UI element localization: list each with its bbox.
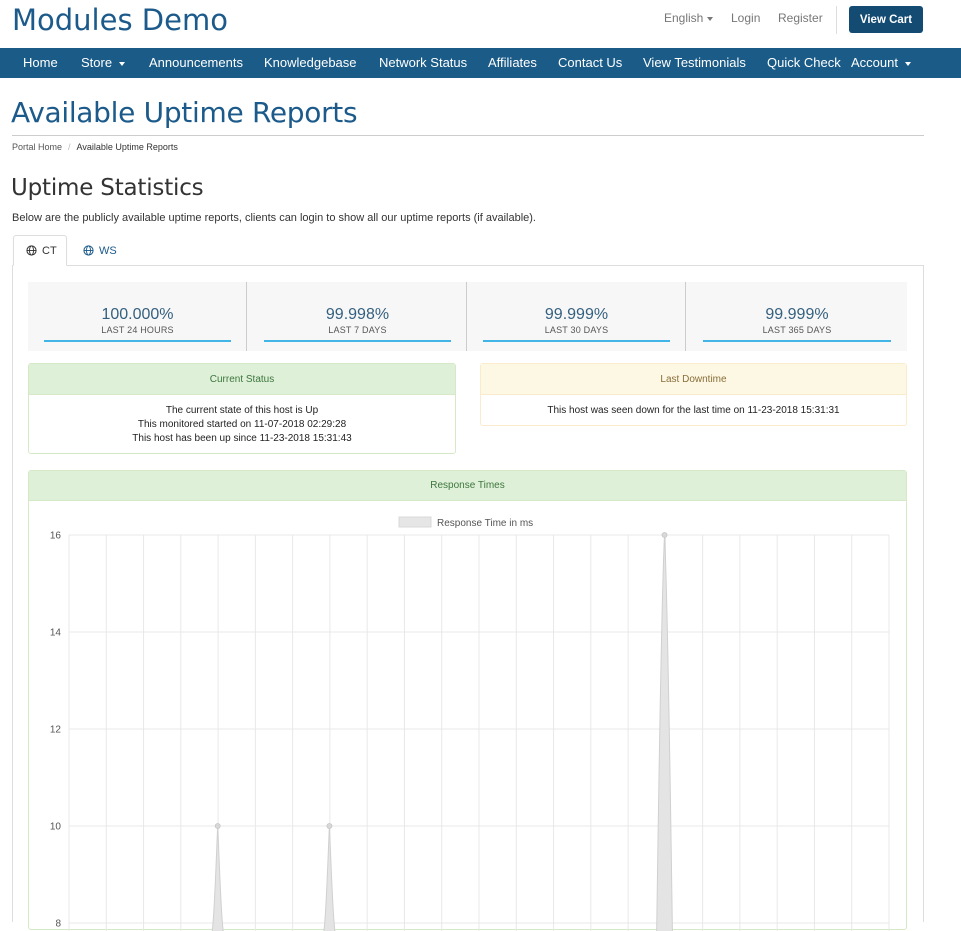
stat-value: 99.998% bbox=[325, 306, 390, 323]
breadcrumb-separator: / bbox=[68, 142, 71, 152]
nav-account[interactable]: Account bbox=[851, 48, 911, 78]
stat-bar bbox=[44, 340, 231, 342]
nav-view-testimonials[interactable]: View Testimonials bbox=[643, 48, 746, 78]
globe-icon bbox=[83, 245, 94, 256]
tab-ws[interactable]: WS bbox=[83, 235, 117, 266]
stat-value: 99.999% bbox=[544, 306, 609, 323]
response-time-chart: 8 10 12 14 16 Response Time in ms bbox=[50, 516, 890, 931]
stat-label: LAST 30 DAYS bbox=[544, 325, 609, 335]
section-title: Uptime Statistics bbox=[11, 175, 204, 201]
breadcrumb-current: Available Uptime Reports bbox=[76, 142, 178, 152]
title-divider bbox=[12, 135, 924, 136]
globe-icon bbox=[26, 245, 37, 256]
stat-last-24-hours: 100.000% LAST 24 HOURS bbox=[28, 282, 247, 351]
current-status-body: The current state of this host is Up Thi… bbox=[29, 395, 455, 446]
nav-affiliates-label: Affiliates bbox=[488, 55, 537, 70]
nav-store-label: Store bbox=[81, 55, 113, 70]
nav-account-label: Account bbox=[851, 55, 898, 70]
top-header: Modules Demo English Login Register View… bbox=[0, 0, 961, 48]
response-times-panel: Response Times 8 10 12 14 16 Response Time in… bbox=[28, 470, 907, 931]
y-tick-label: 16 bbox=[50, 531, 62, 542]
last-downtime-heading: Last Downtime bbox=[481, 364, 906, 395]
status-line: The current state of this host is Up bbox=[165, 405, 319, 416]
nav-affiliates[interactable]: Affiliates bbox=[488, 48, 537, 78]
nav-contact-us[interactable]: Contact Us bbox=[558, 48, 622, 78]
tab-ws-label: WS bbox=[99, 244, 117, 257]
chevron-down-icon bbox=[119, 61, 126, 66]
nav-announcements[interactable]: Announcements bbox=[149, 48, 243, 78]
brand-logo[interactable]: Modules Demo bbox=[12, 3, 228, 37]
nav-quick-check[interactable]: Quick Check bbox=[767, 48, 841, 78]
current-status-heading: Current Status bbox=[29, 364, 455, 395]
language-label: English bbox=[664, 11, 704, 25]
nav-knowledgebase[interactable]: Knowledgebase bbox=[264, 48, 357, 78]
uptime-stats: 100.000% LAST 24 HOURS 99.998% LAST 7 DA… bbox=[28, 282, 907, 351]
data-point bbox=[661, 532, 668, 538]
area-spike bbox=[323, 825, 336, 931]
status-line: This host has been up since 11-23-2018 1… bbox=[132, 433, 352, 444]
nav-home[interactable]: Home bbox=[23, 48, 58, 78]
current-status-panel: Current Status The current state of this… bbox=[28, 363, 456, 454]
stat-label: LAST 24 HOURS bbox=[101, 325, 174, 335]
stat-divider bbox=[685, 282, 686, 351]
last-downtime-panel: Last Downtime This host was seen down fo… bbox=[480, 363, 907, 426]
stat-last-30-days: 99.999% LAST 30 DAYS bbox=[467, 282, 686, 351]
breadcrumb: Portal Home / Available Uptime Reports bbox=[12, 142, 178, 152]
tabs-divider bbox=[12, 265, 924, 266]
chevron-down-icon bbox=[904, 61, 911, 66]
nav-view-testimonials-label: View Testimonials bbox=[643, 55, 746, 70]
y-tick-label: 10 bbox=[50, 822, 62, 833]
nav-contact-us-label: Contact Us bbox=[558, 55, 623, 70]
y-tick-label: 14 bbox=[50, 628, 62, 639]
stat-bar bbox=[703, 340, 891, 342]
nav-announcements-label: Announcements bbox=[149, 55, 243, 70]
chevron-down-icon bbox=[707, 16, 714, 21]
last-downtime-body: This host was seen down for the last tim… bbox=[481, 395, 906, 418]
nav-network-status[interactable]: Network Status bbox=[379, 48, 467, 78]
login-link[interactable]: Login bbox=[731, 11, 760, 25]
downtime-line: This host was seen down for the last tim… bbox=[547, 405, 840, 416]
legend-label: Response Time in ms bbox=[437, 518, 533, 529]
view-cart-button[interactable]: View Cart bbox=[849, 6, 923, 33]
nav-quick-check-label: Quick Check bbox=[767, 55, 841, 70]
area-spike bbox=[211, 825, 224, 931]
nav-store[interactable]: Store bbox=[81, 48, 126, 78]
nav-knowledgebase-label: Knowledgebase bbox=[264, 55, 357, 70]
tab-ct[interactable]: CT bbox=[13, 235, 67, 266]
stat-label: LAST 365 DAYS bbox=[762, 325, 832, 335]
breadcrumb-portal-home[interactable]: Portal Home bbox=[12, 142, 62, 152]
y-tick-label: 12 bbox=[50, 725, 62, 736]
stat-last-7-days: 99.998% LAST 7 DAYS bbox=[248, 282, 467, 351]
page-title: Available Uptime Reports bbox=[11, 96, 358, 129]
response-times-heading: Response Times bbox=[29, 471, 906, 501]
legend-swatch bbox=[398, 516, 432, 528]
nav-home-label: Home bbox=[23, 55, 58, 70]
y-tick-label: 8 bbox=[55, 919, 61, 930]
status-line: This monitored started on 11-07-2018 02:… bbox=[137, 419, 347, 430]
data-point bbox=[326, 823, 333, 829]
area-spike bbox=[656, 534, 673, 931]
header-divider bbox=[836, 6, 837, 34]
data-point bbox=[214, 823, 221, 829]
stat-last-365-days: 99.999% LAST 365 DAYS bbox=[687, 282, 907, 351]
stat-value: 99.999% bbox=[765, 306, 829, 323]
intro-text: Below are the publicly available uptime … bbox=[12, 212, 536, 224]
language-dropdown[interactable]: English bbox=[664, 11, 714, 25]
register-link[interactable]: Register bbox=[778, 11, 823, 25]
main-navbar: Home Store Announcements Knowledgebase N… bbox=[0, 48, 961, 78]
tab-ct-label: CT bbox=[42, 244, 57, 257]
stat-bar bbox=[264, 340, 451, 342]
stat-bar bbox=[483, 340, 670, 342]
stat-divider bbox=[246, 282, 247, 351]
nav-network-status-label: Network Status bbox=[379, 55, 468, 70]
stat-label: LAST 7 DAYS bbox=[328, 325, 387, 335]
stat-value: 100.000% bbox=[101, 306, 174, 323]
